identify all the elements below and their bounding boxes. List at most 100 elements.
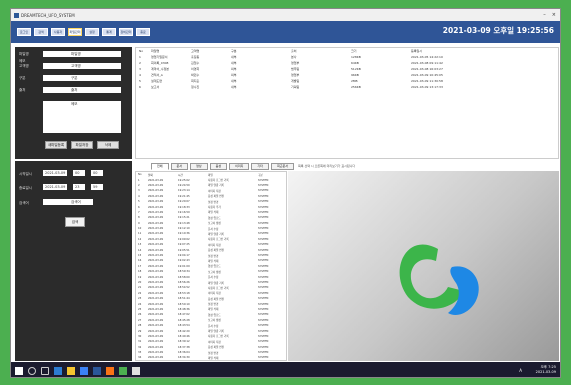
- list-cell: 18:58:00: [178, 275, 190, 279]
- tab-item[interactable]: 전체: [151, 162, 169, 170]
- list-cell: SYSTEM: [258, 270, 269, 274]
- minimize-button[interactable]: –: [543, 12, 546, 18]
- to-minute-input[interactable]: 59: [91, 184, 103, 190]
- store-icon[interactable]: [80, 366, 88, 375]
- vlc-icon[interactable]: [106, 366, 114, 375]
- table-cell: 5: [139, 79, 141, 83]
- to-label: 종료일시: [19, 186, 32, 190]
- filter-panel: 시작일시 2021-03-09 00 00 종료일시 2021-03-09 23…: [15, 161, 132, 361]
- tray-language[interactable]: A: [519, 368, 522, 373]
- windows-icon[interactable]: [15, 366, 23, 375]
- list-cell: 사용자 로그인 기록: [208, 238, 229, 242]
- list-cell: 2021-03-09: [148, 340, 164, 344]
- table-cell: 64KB: [351, 61, 359, 65]
- from-hour-input[interactable]: 00: [73, 170, 85, 176]
- list-cell: 2021-03-09: [148, 248, 164, 252]
- word-icon[interactable]: [93, 366, 101, 375]
- new-file-button[interactable]: 새파일등록: [45, 141, 67, 149]
- from-date-input[interactable]: 2021-03-09: [43, 170, 67, 176]
- list-cell: 영상 업로드: [208, 313, 221, 317]
- list-cell: SYSTEM: [258, 307, 269, 311]
- list-cell: 2021-03-09: [148, 200, 164, 204]
- list-cell: 15: [138, 254, 142, 258]
- list-cell: SYSTEM: [258, 227, 269, 231]
- list-cell: 문서 수정: [208, 324, 219, 328]
- menu-button[interactable]: 장비관리: [119, 28, 133, 36]
- to-date-input[interactable]: 2021-03-09: [43, 184, 67, 190]
- search-button[interactable]: 검색: [65, 217, 85, 227]
- list-cell: 2021-03-09: [148, 221, 164, 225]
- list-cell: 보고서 생성: [208, 222, 221, 226]
- list-cell: 보고서 생성: [208, 319, 221, 323]
- list-cell: 18:37:38: [178, 345, 190, 349]
- list-cell: 34: [138, 356, 142, 360]
- window-title: DREAMTECH_UFO_SYSTEM: [21, 12, 75, 18]
- table-header-cell: 고객명: [191, 49, 200, 53]
- to-hour-input[interactable]: 23: [73, 184, 85, 190]
- app-icon[interactable]: [119, 366, 127, 375]
- list-cell: 이미지 저장: [208, 189, 221, 193]
- table-cell: 3: [139, 67, 141, 71]
- list-cell: SYSTEM: [258, 345, 269, 349]
- tab-item[interactable]: 기타: [251, 162, 269, 170]
- tab-item[interactable]: 영상: [190, 162, 208, 170]
- menu-button[interactable]: 로그인: [17, 28, 31, 36]
- table-cell: 2021-03-05 14:22:10: [411, 55, 443, 59]
- list-cell: 18:42:20: [178, 329, 190, 333]
- menu-button[interactable]: 설정: [85, 28, 99, 36]
- list-cell: 2021-03-09: [148, 307, 164, 311]
- tab-item[interactable]: 최근문서: [270, 162, 294, 170]
- table-cell: 설계도면: [151, 79, 163, 83]
- close-button[interactable]: ×: [552, 12, 556, 18]
- field-input[interactable]: 출처: [43, 87, 121, 93]
- field-input[interactable]: 고객명: [43, 63, 121, 69]
- table-cell: 6: [139, 85, 141, 89]
- delete-file-button[interactable]: 삭제: [97, 141, 119, 149]
- save-file-button[interactable]: 파일저장: [71, 141, 93, 149]
- list-cell: 19:15:21: [178, 216, 190, 220]
- list-cell: 사용자 로그인 기록: [208, 286, 229, 290]
- list-cell: 영상 업로드: [208, 265, 221, 269]
- list-item[interactable]: 34 2021-03-09 18:34:30 파일 삭제 SYSTEM: [136, 355, 286, 360]
- list-cell: 2021-03-09: [148, 329, 164, 333]
- table-cell: 내부: [231, 79, 237, 83]
- from-minute-input[interactable]: 00: [91, 170, 103, 176]
- task-view-icon[interactable]: [41, 366, 49, 375]
- list-cell: 이미지 저장: [208, 292, 221, 296]
- table-header-cell: 구분: [231, 49, 237, 53]
- list-cell: 음성 파일 변환: [208, 195, 224, 199]
- menu-button[interactable]: 검색: [34, 28, 48, 36]
- menu-button[interactable]: 통계: [102, 28, 116, 36]
- explorer-icon[interactable]: [67, 366, 75, 375]
- list-cell: SYSTEM: [258, 254, 269, 258]
- list-cell: 5: [138, 200, 140, 204]
- list-cell: 19:09:02: [178, 237, 190, 241]
- menu-button[interactable]: 사용자: [51, 28, 65, 36]
- list-cell: 4: [138, 194, 140, 198]
- list-cell: SYSTEM: [258, 313, 269, 317]
- list-cell: SYSTEM: [258, 291, 269, 295]
- tab-item[interactable]: 이미지: [229, 162, 250, 170]
- preview-pane: [288, 171, 559, 361]
- table-cell: 보고서: [151, 85, 160, 89]
- list-cell: 설정 변경: [208, 351, 219, 355]
- field-label: 고객명: [19, 64, 29, 68]
- tray-clock[interactable]: 오후 7:25 2021-03-09: [536, 365, 556, 375]
- search-icon[interactable]: [28, 366, 36, 375]
- table-row[interactable]: 6 보고서 정수진 내부 기획팀 256KB 2021-03-09 13:17:33: [136, 84, 558, 90]
- tab-item[interactable]: 문서: [170, 162, 189, 170]
- list-cell: 영상 업로드: [208, 216, 221, 220]
- list-cell: 27: [138, 318, 142, 322]
- menu-button[interactable]: 파일관리: [68, 28, 82, 36]
- keyword-input[interactable]: 검색어: [43, 199, 93, 205]
- tab-item[interactable]: 음성: [209, 162, 228, 170]
- list-cell: 파일 삭제: [208, 211, 219, 215]
- list-cell: SYSTEM: [258, 286, 269, 290]
- memo-textarea[interactable]: 메모: [43, 101, 121, 133]
- menu-button[interactable]: 종료: [136, 28, 150, 36]
- app-active-icon[interactable]: [132, 366, 140, 375]
- field-input[interactable]: 파일명: [43, 51, 121, 57]
- list-cell: 19:23:14: [178, 189, 190, 193]
- field-input[interactable]: 구분: [43, 75, 121, 81]
- edge-icon[interactable]: [54, 366, 62, 375]
